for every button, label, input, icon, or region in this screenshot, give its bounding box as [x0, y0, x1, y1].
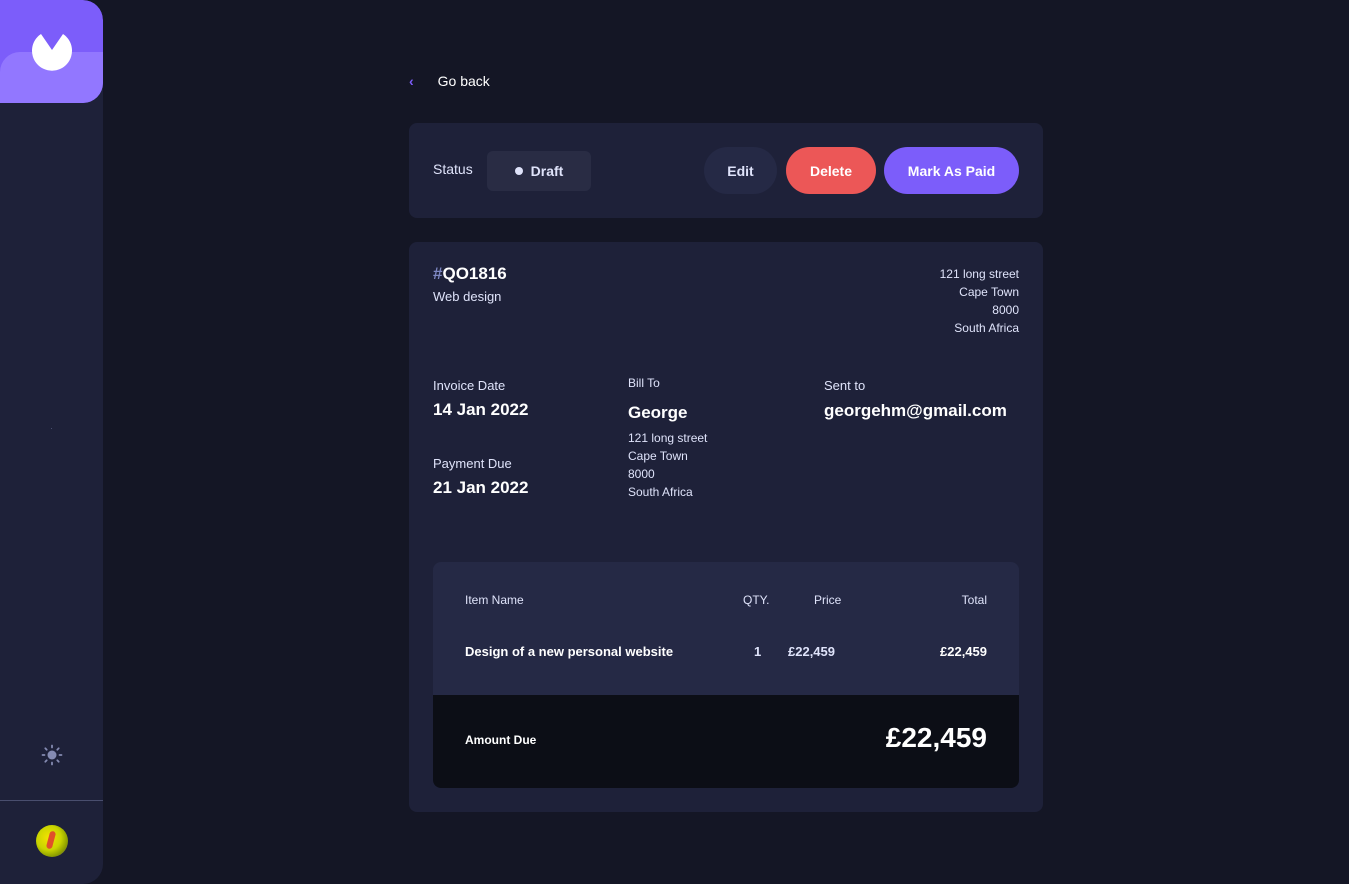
items-table: Item Name QTY. Price Total Design of a n…: [433, 562, 1019, 788]
invoice-id: #QO1816: [433, 264, 507, 284]
items-header-total: Total: [961, 593, 987, 607]
client-country: South Africa: [628, 485, 693, 499]
status-bar: Status Draft Edit Delete Mark As Paid: [409, 123, 1043, 218]
go-back-label: Go back: [437, 73, 490, 89]
sidebar-divider: [0, 800, 103, 801]
status-badge: Draft: [487, 151, 591, 191]
amount-due-label: Amount Due: [465, 733, 537, 747]
status-dot: [514, 167, 523, 175]
invoice-description: Web design: [433, 289, 502, 304]
sender-country: South Africa: [954, 321, 1019, 335]
payment-due-value: 21 Jan 2022: [433, 478, 529, 497]
sender-postcode: 8000: [992, 303, 1019, 317]
theme-toggle-button[interactable]: [41, 744, 63, 766]
status-value: Draft: [530, 163, 564, 179]
item-total: £22,459: [940, 644, 987, 659]
client-city: Cape Town: [628, 449, 688, 463]
invoice-date-label: Invoice Date: [433, 378, 506, 393]
client-street: 121 long street: [628, 431, 708, 445]
amount-due-value: £22,459: [885, 722, 987, 753]
chevron-left-icon: ‹: [409, 73, 414, 89]
items-header-price: Price: [814, 593, 842, 607]
app-logo[interactable]: [0, 0, 103, 103]
sender-street: 121 long street: [939, 267, 1019, 281]
logo-icon: [32, 34, 72, 71]
items-header-name: Item Name: [465, 593, 524, 607]
item-name: Design of a new personal website: [465, 644, 674, 659]
client-name: George: [628, 403, 688, 422]
item-price: £22,459: [788, 644, 835, 659]
item-qty: 1: [754, 644, 762, 659]
client-email: georgehm@gmail.com: [824, 401, 1007, 420]
sun-icon: [41, 744, 63, 766]
delete-button[interactable]: Delete: [786, 147, 876, 194]
edit-button[interactable]: Edit: [704, 147, 777, 194]
sender-city: Cape Town: [959, 285, 1019, 299]
items-header-qty: QTY.: [743, 593, 770, 607]
invoice-date-value: 14 Jan 2022: [433, 400, 529, 419]
sender-address: 121 long street Cape Town 8000 South Afr…: [940, 265, 1019, 337]
sent-to-label: Sent to: [824, 378, 866, 393]
amount-due-bar: Amount Due £22,459: [433, 695, 1019, 788]
avatar[interactable]: [36, 825, 68, 857]
client-address: 121 long street Cape Town 8000 South Afr…: [628, 429, 707, 501]
mark-as-paid-button[interactable]: Mark As Paid: [884, 147, 1019, 194]
client-postcode: 8000: [628, 467, 655, 481]
bill-to-label: Bill To: [628, 376, 660, 390]
status-label: Status: [433, 161, 473, 177]
sidebar: [0, 0, 103, 884]
invoice-card: #QO1816 Web design 121 long street Cape …: [409, 242, 1043, 812]
payment-due-label: Payment Due: [433, 456, 512, 471]
sidebar-divider-dot: [51, 428, 52, 429]
invoice-id-value: QO1816: [442, 264, 507, 283]
go-back-link[interactable]: ‹ Go back: [409, 71, 490, 91]
avatar-mark: [45, 830, 57, 850]
